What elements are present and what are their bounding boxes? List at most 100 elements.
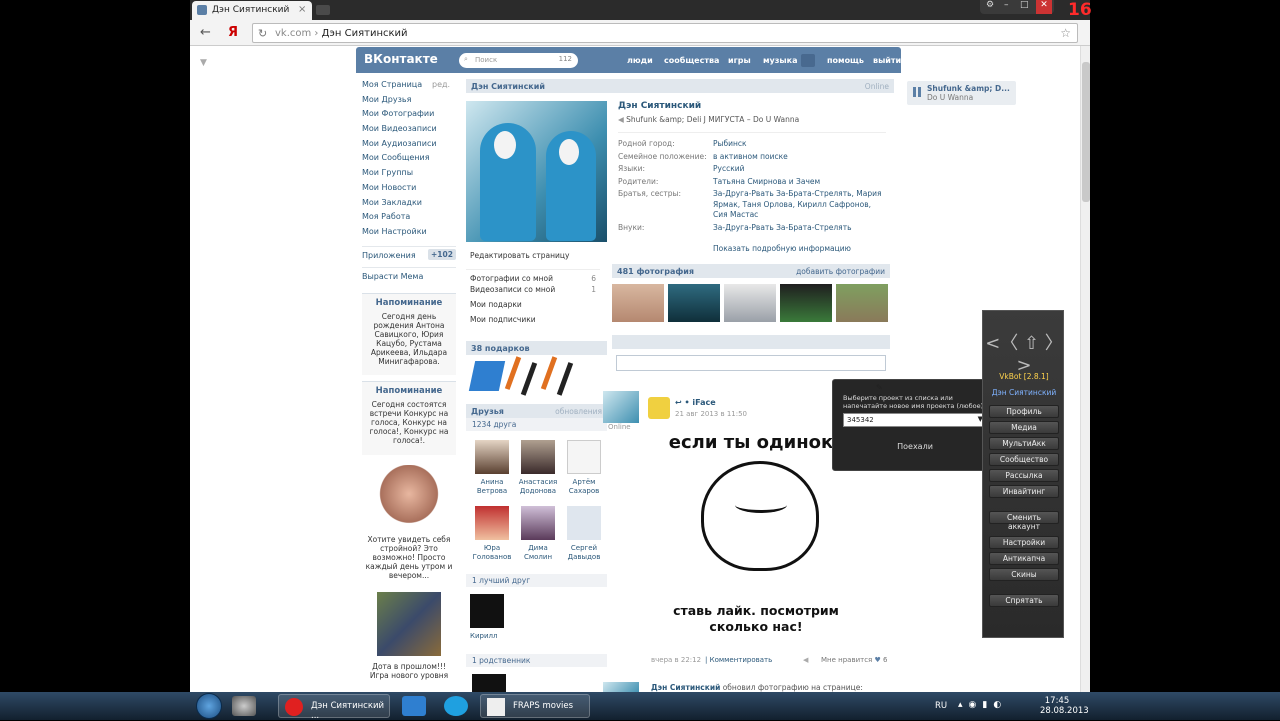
next-post-author[interactable]: Дэн Сиятинский [651, 683, 720, 692]
sidebar-item-news[interactable]: Мои Новости [362, 183, 456, 198]
info-value[interactable]: Татьяна Смирнова и Зачем [713, 177, 883, 188]
gear-icon[interactable]: ⚙ [986, 0, 994, 10]
vkbot-hide-button[interactable]: Спрятать [989, 594, 1059, 607]
sidebar-item-grow-meme[interactable]: Вырасти Мема [362, 272, 456, 287]
maximize-icon[interactable]: □ [1020, 0, 1029, 10]
sidebar-item-apps[interactable]: Приложения +102 [362, 248, 456, 266]
profile-avatar[interactable] [466, 101, 607, 242]
reminder-events[interactable]: Напоминание Сегодня состоятся встречи Ко… [362, 380, 456, 455]
minimize-icon[interactable]: – [1004, 0, 1009, 10]
taskbar-app-icon[interactable] [232, 696, 256, 716]
videos-with-me[interactable]: Видеозаписи со мной 1 [466, 285, 600, 300]
gift-thumb[interactable] [540, 356, 574, 396]
add-photos-link[interactable]: добавить фотографии [796, 267, 885, 276]
photo-thumb[interactable] [612, 284, 664, 322]
start-button[interactable] [196, 693, 222, 719]
taskbar-item-browser[interactable]: Дэн Сиятинский ... [278, 694, 390, 721]
new-tab-button[interactable] [316, 5, 330, 15]
my-subscribers[interactable]: Мои подписчики [466, 315, 600, 330]
sidebar-item-photos[interactable]: Мои Фотографии [362, 109, 456, 124]
collapse-arrow-icon[interactable]: ▼ [200, 58, 207, 68]
profile-status[interactable]: ◀ Shufunk &amp; Deli J МИГУСТА – Do U Wa… [618, 115, 888, 124]
vkbot-profile-button[interactable]: Профиль [989, 405, 1059, 418]
friends-header[interactable]: Друзья обновления [466, 404, 607, 418]
photo-thumb[interactable] [780, 284, 832, 322]
relative-avatar[interactable] [472, 674, 506, 692]
relative-title[interactable]: 1 родственник [466, 654, 607, 667]
friend-card[interactable]: Дима Смолин [516, 506, 560, 562]
nav-logout[interactable]: выйти [873, 56, 901, 65]
post-date[interactable]: 21 авг 2013 в 11:50 [675, 410, 747, 418]
best-friend-title[interactable]: 1 лучший друг [466, 574, 607, 587]
sidebar-item-friends[interactable]: Мои Друзья [362, 95, 456, 110]
friend-card[interactable]: Анастасия Додонова [516, 440, 560, 496]
vkbot-user[interactable]: Дэн Сиятинский [983, 388, 1065, 397]
gift-thumb[interactable] [468, 361, 506, 391]
author-avatar[interactable] [603, 391, 639, 423]
vkbot-multiacc-button[interactable]: МультиАкк [989, 437, 1059, 450]
sidebar-item-audio[interactable]: Мои Аудиозаписи [362, 139, 456, 154]
address-bar[interactable]: ↻ vk.com › Дэн Сиятинский ☆ [252, 23, 1078, 43]
vk-logo[interactable]: ВКонтакте [364, 52, 438, 66]
friends-count[interactable]: 1234 друга [466, 418, 607, 431]
wall-post-input[interactable] [616, 355, 886, 371]
friends-updates-link[interactable]: обновления [555, 407, 602, 416]
bookmark-star-icon[interactable]: ☆ [1060, 26, 1071, 40]
comment-link[interactable]: | Комментировать [705, 656, 772, 664]
reminder-birthdays[interactable]: Напоминание Сегодня день рождения Антона… [362, 292, 456, 375]
info-value[interactable]: Рыбинск [713, 139, 883, 150]
friend-card[interactable]: Анина Ветрова [470, 440, 514, 496]
vkbot-settings-button[interactable]: Настройки [989, 536, 1059, 549]
nav-help[interactable]: помощь [827, 56, 864, 65]
pause-icon[interactable] [913, 87, 921, 97]
friend-card[interactable]: Артём Сахаров [562, 440, 606, 496]
edit-page-link[interactable]: Редактировать страницу [470, 251, 569, 260]
nav-communities[interactable]: сообщества [664, 56, 719, 65]
gift-thumb[interactable] [504, 356, 538, 396]
ad-block-slim[interactable]: Хотите увидеть себя стройной? Это возмож… [362, 464, 456, 580]
scrollbar-thumb[interactable] [1082, 62, 1090, 202]
taskbar-item-fraps[interactable]: FRAPS movies [480, 694, 590, 718]
vkbot-switch-account-button[interactable]: Сменить аккаунт [989, 511, 1059, 531]
repost-source[interactable]: ↩ • iFace [675, 398, 716, 407]
vkbot-skins-button[interactable]: Скины [989, 568, 1059, 581]
share-icon[interactable]: ◀ [803, 656, 808, 664]
yandex-icon[interactable]: Я [228, 25, 238, 40]
info-value[interactable]: Русский [713, 164, 883, 175]
sidebar-item-groups[interactable]: Мои Группы [362, 168, 456, 183]
info-value[interactable]: в активном поиске [713, 152, 883, 163]
photos-with-me[interactable]: Фотографии со мной 6 [466, 269, 600, 285]
nav-music[interactable]: музыка [763, 56, 797, 65]
sidebar-item-bookmarks[interactable]: Мои Закладки [362, 198, 456, 213]
next-post-avatar[interactable] [603, 682, 639, 692]
like-button[interactable]: Мне нравится ♥ 6 [821, 656, 888, 664]
taskbar-clock[interactable]: 17:45 28.08.2013 [1040, 696, 1089, 716]
browser-tab[interactable]: Дэн Сиятинский × [192, 1, 312, 20]
vkbot-mailing-button[interactable]: Рассылка [989, 469, 1059, 482]
photos-header[interactable]: 481 фотография добавить фотографии [612, 264, 890, 278]
taskbar-app-icon[interactable] [402, 696, 426, 716]
back-button[interactable]: ← [200, 25, 211, 40]
repost-avatar[interactable] [648, 397, 670, 419]
sidebar-item-settings[interactable]: Мои Настройки [362, 227, 456, 242]
sidebar-item-messages[interactable]: Мои Сообщения [362, 153, 456, 168]
nav-people[interactable]: люди [627, 56, 653, 65]
project-select[interactable]: 345342 ▼ [843, 413, 987, 427]
sidebar-edit-link[interactable]: ред. [432, 80, 450, 89]
friend-card[interactable]: Юра Голованов [470, 506, 514, 562]
vkbot-anticaptcha-button[interactable]: Антикапча [989, 552, 1059, 565]
friend-card[interactable]: Сергей Давыдов [562, 506, 606, 562]
sidebar-item-my-page[interactable]: Моя Страница ред. [362, 80, 456, 95]
photo-thumb[interactable] [836, 284, 888, 322]
audio-player-mini[interactable]: Shufunk &amp; D... Do U Wanna [907, 81, 1016, 105]
sidebar-item-videos[interactable]: Мои Видеозаписи [362, 124, 456, 139]
ad-block-dota[interactable]: Дота в прошлом!!! Игра нового уровня [362, 591, 456, 680]
tray-icons[interactable]: ▴◉▮◐ [958, 700, 1007, 710]
music-pause-icon[interactable] [801, 54, 815, 67]
forever-alone-face[interactable] [701, 461, 819, 571]
language-indicator[interactable]: RU [935, 701, 947, 711]
photo-thumb[interactable] [668, 284, 720, 322]
sidebar-item-work[interactable]: Моя Работа [362, 212, 456, 227]
nav-games[interactable]: игры [728, 56, 751, 65]
info-value[interactable]: За-Друга-Рвать За-Брата-Стрелять [713, 223, 883, 234]
